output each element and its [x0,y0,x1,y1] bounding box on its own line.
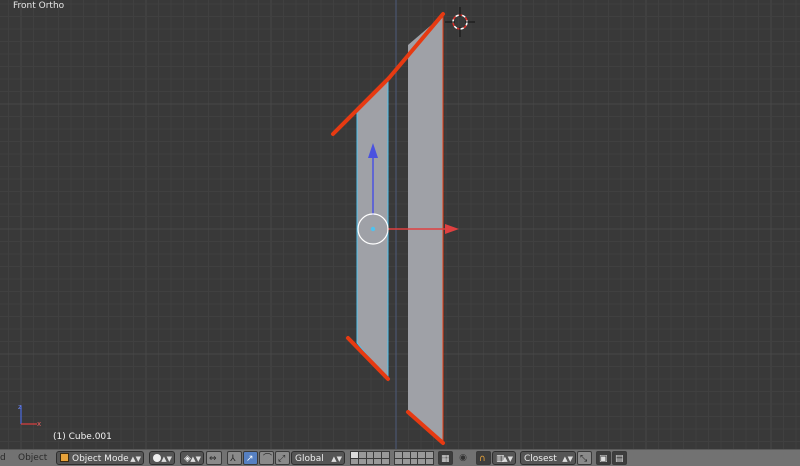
chevron-updown-icon: ▲▼ [161,455,172,463]
scale-manipulator-button[interactable]: ⤢ [275,451,290,465]
orientation-label: Global [295,454,324,464]
scale-icon: ⤢ [278,454,286,464]
proportional-edit-icon: ◉ [459,453,467,463]
layer-button[interactable] [351,458,358,464]
translate-manipulator-button[interactable]: ↗ [243,451,258,465]
pivot-align-icon: ⇔ [209,454,217,464]
chevron-updown-icon: ▲▼ [130,455,141,463]
transform-orientation-dropdown[interactable]: Global ▲▼ [291,451,345,465]
snap-element-dropdown[interactable]: ▥ ▲▼ [492,451,516,465]
viewport-shading-dropdown[interactable]: ▲▼ [149,451,175,465]
layer-button[interactable] [382,458,389,464]
manipulator-z-arrowhead[interactable] [368,143,378,158]
chevron-updown-icon: ▲▼ [562,455,573,463]
rotate-manipulator-button[interactable]: ⌒ [259,451,274,465]
layer-lock-button[interactable]: ▦ [438,451,453,465]
pivot-align-button[interactable]: ⇔ [206,451,222,465]
opengl-render-anim-icon: ▤ [615,454,624,464]
chevron-updown-icon: ▲▼ [502,455,513,463]
opengl-render-anim-button[interactable]: ▤ [612,451,627,465]
layer-lock-icon: ▦ [441,454,450,464]
svg-text:x: x [37,420,41,428]
layer-button[interactable] [358,452,366,458]
translate-manipulator[interactable] [0,0,800,449]
object-info-label: (1) Cube.001 [53,432,112,442]
layer-button[interactable] [395,452,402,458]
blender-window: z x Front Ortho (1) Cube.001 d Object Ob… [0,0,800,466]
view-label: Front Ortho [13,1,65,11]
layer-button[interactable] [395,458,402,464]
opengl-render-button[interactable]: ▣ [596,451,611,465]
snap-align-icon: ⤡ [580,454,588,464]
layer-button[interactable] [351,452,358,458]
layer-button[interactable] [366,452,374,458]
3d-viewport[interactable]: z x Front Ortho (1) Cube.001 [0,0,800,449]
layer-button[interactable] [426,452,433,458]
snap-toggle-button[interactable]: ∩ [476,451,491,465]
object-menu[interactable]: Object [18,451,48,465]
viewport-shading-icon [153,454,161,462]
layer-button[interactable] [358,458,366,464]
opengl-render-icon: ▣ [599,454,608,464]
layer-button[interactable] [410,458,418,464]
layer-button[interactable] [418,452,426,458]
layer-button[interactable] [374,458,382,464]
layer-button[interactable] [410,452,418,458]
mode-dropdown[interactable]: Object Mode ▲▼ [56,451,144,465]
manipulator-x-arrowhead[interactable] [445,224,459,234]
cube-mode-icon [60,453,69,462]
pivot-point-dropdown[interactable]: ◈ ▲▼ [180,451,204,465]
manipulator-toggle-button[interactable]: ⅄ [227,451,242,465]
translate-icon: ↗ [246,454,254,464]
layer-button[interactable] [402,452,410,458]
snap-align-button[interactable]: ⤡ [577,451,592,465]
layer-button[interactable] [382,452,389,458]
3d-cursor-icon[interactable] [445,7,475,37]
snap-target-label: Closest [524,454,557,464]
object-origin-dot [370,226,376,232]
manipulator-icon: ⅄ [230,454,236,464]
3d-view-header: d Object Object Mode ▲▼ ▲▼ ◈ ▲▼ ⇔ ⅄ ↗ ⌒ … [0,449,800,466]
layer-button[interactable] [418,458,426,464]
svg-text:z: z [18,403,22,411]
axis-widget-icon: z x [18,403,41,428]
layer-grid-b[interactable] [394,451,434,465]
layer-grid-a[interactable] [350,451,390,465]
view-menu[interactable]: d [0,451,6,465]
rotate-icon: ⌒ [263,454,273,464]
chevron-updown-icon: ▲▼ [190,455,201,463]
chevron-updown-icon: ▲▼ [331,455,342,463]
mode-label: Object Mode [72,454,129,464]
layer-button[interactable] [366,458,374,464]
proportional-edit-button[interactable]: ◉ [456,451,470,465]
layer-button[interactable] [374,452,382,458]
layer-button[interactable] [426,458,433,464]
magnet-snap-icon: ∩ [479,454,486,464]
layer-button[interactable] [402,458,410,464]
snap-target-dropdown[interactable]: Closest ▲▼ [520,451,576,465]
